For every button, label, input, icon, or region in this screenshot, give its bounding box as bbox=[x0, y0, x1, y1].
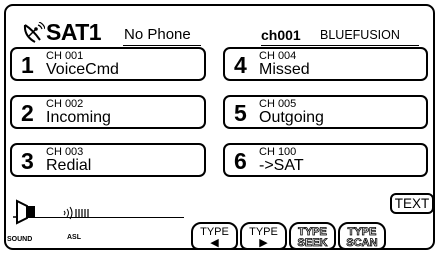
satellite-dish-icon bbox=[23, 22, 45, 43]
preset-number: 6 bbox=[234, 148, 247, 174]
band-title: SAT1 bbox=[46, 19, 102, 45]
header: SAT1 No Phone ch001 BLUEFUSION bbox=[6, 6, 433, 46]
type-next-button[interactable]: TYPE ▶ bbox=[240, 222, 287, 250]
preset-button-2[interactable]: 2 CH 002 Incoming bbox=[10, 95, 206, 129]
preset-label: VoiceCmd bbox=[46, 61, 119, 78]
preset-label: Missed bbox=[259, 61, 310, 78]
header-divider bbox=[123, 45, 201, 46]
preset-number: 3 bbox=[21, 148, 34, 174]
channel-number: ch001 bbox=[261, 27, 301, 43]
speaker-icon bbox=[13, 199, 35, 225]
right-arrow-icon: ▶ bbox=[259, 237, 268, 249]
channel-name: BLUEFUSION bbox=[320, 28, 400, 42]
phone-status: No Phone bbox=[124, 26, 191, 43]
type-seek-button[interactable]: TYPE SEEK bbox=[289, 222, 336, 250]
sound-label: SOUND bbox=[7, 236, 33, 243]
preset-label: Redial bbox=[46, 157, 92, 174]
type-scan-sub: SCAN bbox=[346, 237, 378, 249]
type-prev-button[interactable]: TYPE ◀ bbox=[191, 222, 238, 250]
text-button[interactable]: TEXT bbox=[390, 193, 434, 214]
preset-button-3[interactable]: 3 CH 003 Redial bbox=[10, 143, 206, 177]
preset-button-6[interactable]: 6 CH 100 ->SAT bbox=[223, 143, 428, 177]
preset-button-5[interactable]: 5 CH 005 Outgoing bbox=[223, 95, 428, 129]
preset-number: 5 bbox=[234, 100, 247, 126]
type-scan-button[interactable]: TYPE SCAN bbox=[338, 222, 386, 250]
preset-number: 2 bbox=[21, 100, 34, 126]
header-divider bbox=[261, 45, 419, 46]
preset-label: Incoming bbox=[46, 109, 111, 126]
asl-label: ASL bbox=[67, 234, 81, 241]
preset-number: 1 bbox=[21, 52, 34, 78]
preset-number: 4 bbox=[234, 52, 247, 78]
left-arrow-icon: ◀ bbox=[210, 237, 219, 249]
type-seek-sub: SEEK bbox=[297, 237, 328, 249]
preset-label: ->SAT bbox=[259, 157, 304, 174]
footer-divider bbox=[32, 217, 184, 218]
preset-button-1[interactable]: 1 CH 001 VoiceCmd bbox=[10, 47, 206, 81]
preset-button-4[interactable]: 4 CH 004 Missed bbox=[223, 47, 428, 81]
preset-label: Outgoing bbox=[259, 109, 324, 126]
